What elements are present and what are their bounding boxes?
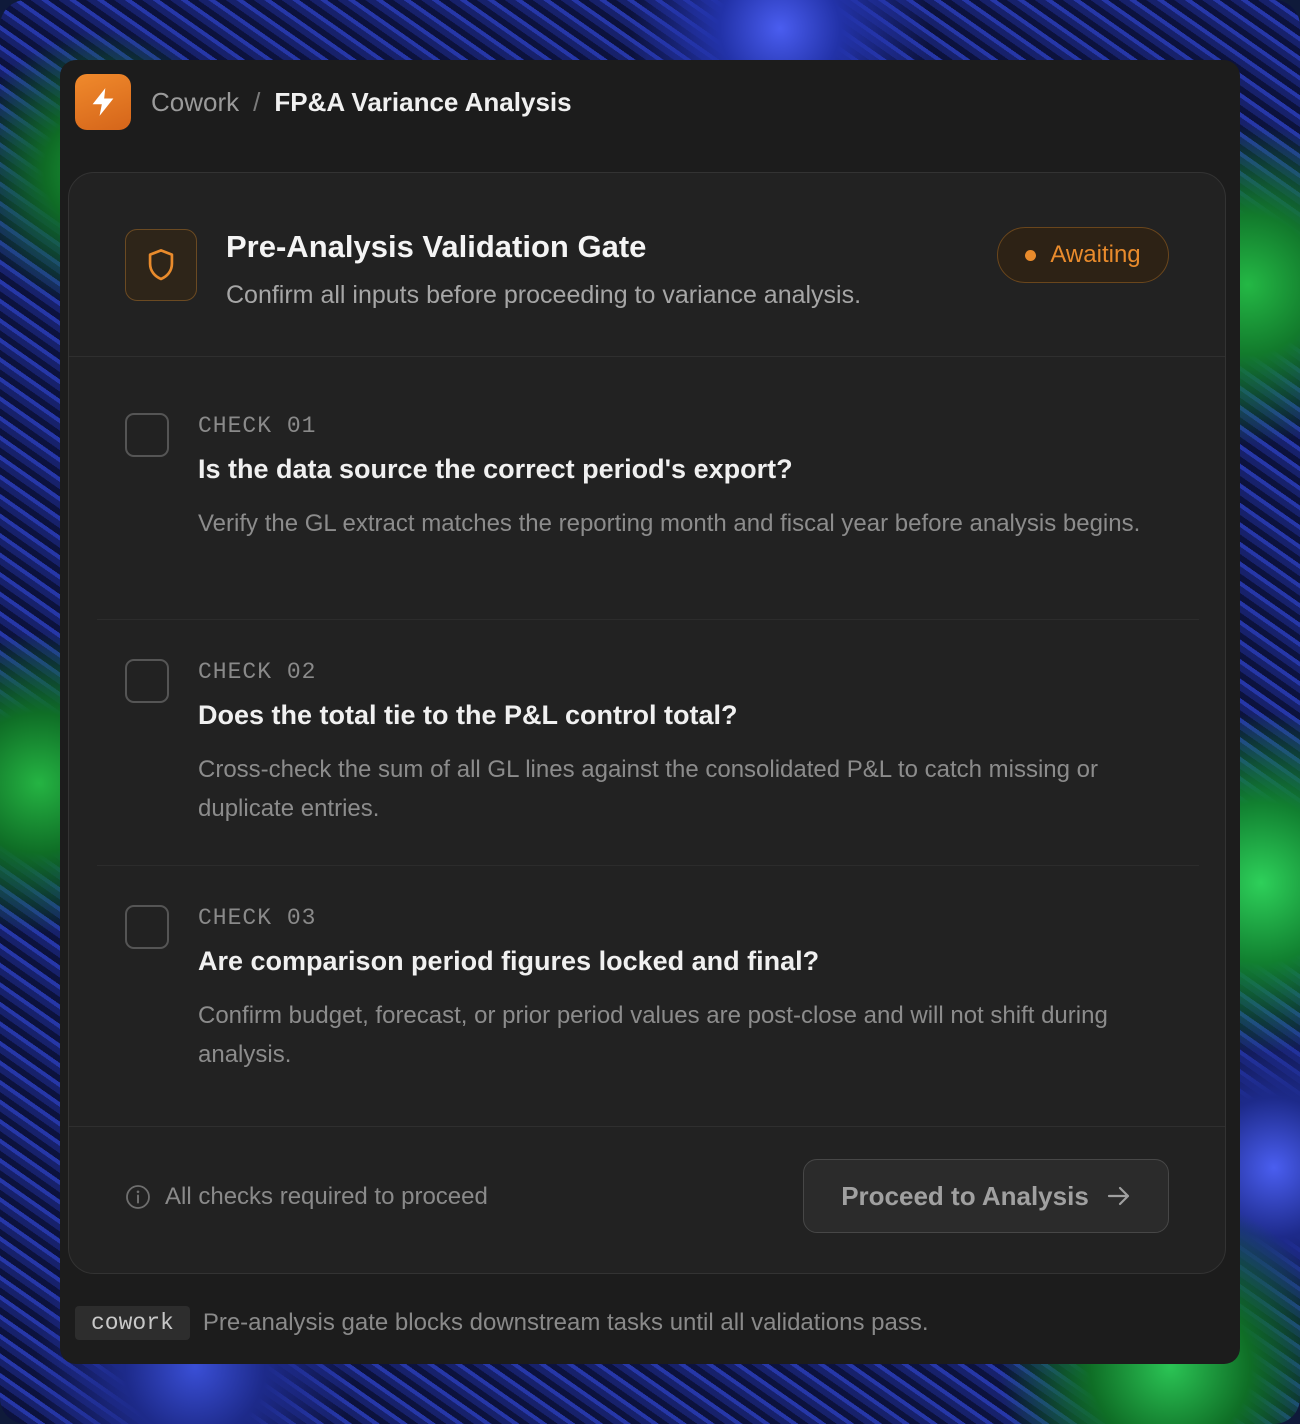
- check-question: Does the total tie to the P&L control to…: [198, 700, 738, 730]
- checkbox[interactable]: [125, 413, 169, 457]
- divider: [97, 865, 1199, 866]
- gate-header: Pre-Analysis Validation Gate Confirm all…: [69, 173, 1225, 357]
- check-label: CHECK 02: [198, 659, 317, 685]
- app-window: Cowork / FP&A Variance Analysis Pre-Anal…: [60, 60, 1240, 1364]
- check-question: Are comparison period figures locked and…: [198, 946, 820, 976]
- check-question: Is the data source the correct period's …: [198, 454, 793, 484]
- proceed-button[interactable]: Proceed to Analysis: [803, 1159, 1169, 1233]
- check-description: Confirm budget, forecast, or prior perio…: [198, 1002, 1108, 1068]
- status-badge: Awaiting: [997, 227, 1169, 283]
- caption-bar: cowork Pre-analysis gate blocks downstre…: [75, 1306, 929, 1340]
- checkbox[interactable]: [125, 659, 169, 703]
- check-label: CHECK 03: [198, 905, 317, 931]
- validation-gate-card: Pre-Analysis Validation Gate Confirm all…: [68, 172, 1226, 1274]
- check-description: Cross-check the sum of all GL lines agai…: [198, 756, 1098, 822]
- proceed-label: Proceed to Analysis: [841, 1180, 1089, 1211]
- breadcrumb-root[interactable]: Cowork: [151, 87, 239, 118]
- breadcrumb-current: FP&A Variance Analysis: [274, 86, 572, 117]
- requirement-note: All checks required to proceed: [125, 1183, 488, 1211]
- status-label: Awaiting: [1050, 241, 1141, 268]
- gate-title: Pre-Analysis Validation Gate: [226, 229, 647, 264]
- arrow-right-icon: [1107, 1186, 1129, 1206]
- checkbox[interactable]: [125, 905, 169, 949]
- shield-icon: [125, 229, 197, 301]
- footer-divider: [69, 1126, 1225, 1127]
- check-description: Verify the GL extract matches the report…: [198, 510, 1141, 537]
- requirement-text: All checks required to proceed: [165, 1183, 488, 1210]
- breadcrumb-separator: /: [253, 86, 261, 117]
- breadcrumb: Cowork / FP&A Variance Analysis: [151, 87, 572, 118]
- status-dot-icon: [1025, 249, 1037, 261]
- info-icon: [126, 1185, 150, 1209]
- caption-text: Pre-analysis gate blocks downstream task…: [202, 1309, 929, 1336]
- cowork-tag: cowork: [75, 1306, 190, 1340]
- lightning-icon[interactable]: [75, 74, 131, 130]
- divider: [97, 619, 1199, 620]
- check-label: CHECK 01: [198, 413, 317, 439]
- gate-subtitle: Confirm all inputs before proceeding to …: [226, 281, 862, 309]
- top-bar: Cowork / FP&A Variance Analysis: [75, 74, 572, 130]
